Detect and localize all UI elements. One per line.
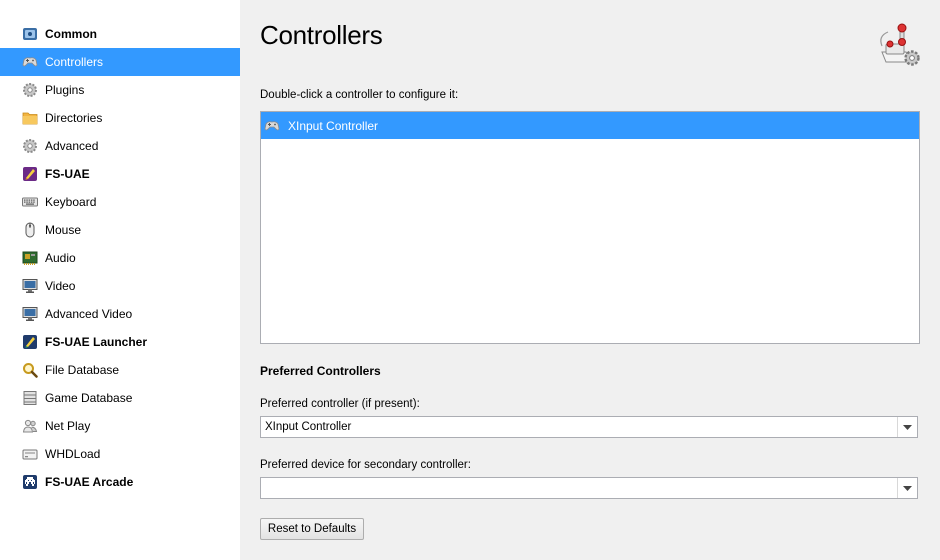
- sidebar-item-fs-uae-arcade[interactable]: FS-UAE Arcade: [0, 468, 240, 496]
- sidebar-item-common[interactable]: Common: [0, 20, 240, 48]
- sidebar-item-plugins[interactable]: Plugins: [0, 76, 240, 104]
- gamepad-icon: [264, 118, 282, 134]
- secondary-controller-label: Preferred device for secondary controlle…: [260, 459, 471, 471]
- sidebar-item-audio[interactable]: Audio: [0, 244, 240, 272]
- sidebar-item-label: Net Play: [45, 419, 91, 433]
- fsuae-icon: [22, 334, 38, 350]
- sidebar-item-label: Mouse: [45, 223, 82, 237]
- sidebar-item-advanced-video[interactable]: Advanced Video: [0, 300, 240, 328]
- sidebar-item-whdload[interactable]: WHDLoad: [0, 440, 240, 468]
- sidebar-item-label: Advanced Video: [45, 307, 133, 321]
- sidebar-item-fs-uae-launcher[interactable]: FS-UAE Launcher: [0, 328, 240, 356]
- controllers-list[interactable]: XInput Controller: [260, 111, 920, 344]
- preferred-controllers-heading: Preferred Controllers: [260, 364, 381, 378]
- database-icon: [22, 390, 38, 406]
- whdload-icon: [22, 446, 38, 462]
- sidebar-item-keyboard[interactable]: Keyboard: [0, 188, 240, 216]
- mouse-icon: [22, 222, 38, 238]
- sidebar-item-directories[interactable]: Directories: [0, 104, 240, 132]
- sidebar-item-file-database[interactable]: File Database: [0, 356, 240, 384]
- people-icon: [22, 418, 38, 434]
- page-title: Controllers: [260, 20, 383, 50]
- monitor-icon: [22, 278, 38, 294]
- fsuae-icon: [22, 166, 38, 182]
- monitor-icon: [22, 306, 38, 322]
- list-item[interactable]: XInput Controller: [261, 112, 919, 139]
- configure-hint: Double-click a controller to configure i…: [260, 89, 459, 101]
- sidebar-item-advanced[interactable]: Advanced: [0, 132, 240, 160]
- sidebar-item-fs-uae[interactable]: FS-UAE: [0, 160, 240, 188]
- sidebar-item-label: FS-UAE Arcade: [45, 475, 134, 489]
- arcade-icon: [22, 474, 38, 490]
- gear-icon: [22, 138, 38, 154]
- sidebar-item-label: Advanced: [45, 139, 99, 153]
- gear-icon: [22, 82, 38, 98]
- joystick-icon: [876, 22, 922, 68]
- preferred-controller-select[interactable]: XInput Controller: [260, 416, 918, 438]
- common-icon: [22, 26, 38, 42]
- sidebar-item-label: File Database: [45, 363, 120, 377]
- folder-icon: [22, 110, 38, 126]
- preferred-controller-label: Preferred controller (if present):: [260, 398, 420, 410]
- audio-card-icon: [22, 250, 38, 266]
- secondary-controller-select[interactable]: [260, 477, 918, 499]
- reset-to-defaults-button[interactable]: Reset to Defaults: [260, 518, 364, 540]
- sidebar-item-game-database[interactable]: Game Database: [0, 384, 240, 412]
- chevron-down-icon[interactable]: [897, 417, 917, 437]
- sidebar-item-label: Common: [45, 27, 97, 41]
- sidebar-item-label: Audio: [45, 251, 76, 265]
- preferred-controller-value: XInput Controller: [265, 421, 352, 433]
- sidebar-item-label: FS-UAE: [45, 167, 90, 181]
- sidebar-item-label: Controllers: [45, 55, 104, 69]
- sidebar-item-label: WHDLoad: [45, 447, 101, 461]
- sidebar-item-label: Game Database: [45, 391, 133, 405]
- chevron-down-icon[interactable]: [897, 478, 917, 498]
- sidebar-item-label: Video: [45, 279, 76, 293]
- sidebar-item-label: Plugins: [45, 83, 85, 97]
- sidebar-item-video[interactable]: Video: [0, 272, 240, 300]
- sidebar: Common Controllers Plugins Directories A…: [0, 0, 240, 560]
- controller-name: XInput Controller: [288, 118, 379, 133]
- sidebar-item-controllers[interactable]: Controllers: [0, 48, 240, 76]
- sidebar-item-label: Directories: [45, 111, 103, 125]
- sidebar-item-label: Keyboard: [45, 195, 97, 209]
- magnifier-icon: [22, 362, 38, 378]
- sidebar-item-label: FS-UAE Launcher: [45, 335, 148, 349]
- main-panel: Controllers Double-click a controller to…: [240, 0, 940, 560]
- sidebar-item-net-play[interactable]: Net Play: [0, 412, 240, 440]
- sidebar-item-mouse[interactable]: Mouse: [0, 216, 240, 244]
- gamepad-icon: [22, 54, 38, 70]
- keyboard-icon: [22, 194, 38, 210]
